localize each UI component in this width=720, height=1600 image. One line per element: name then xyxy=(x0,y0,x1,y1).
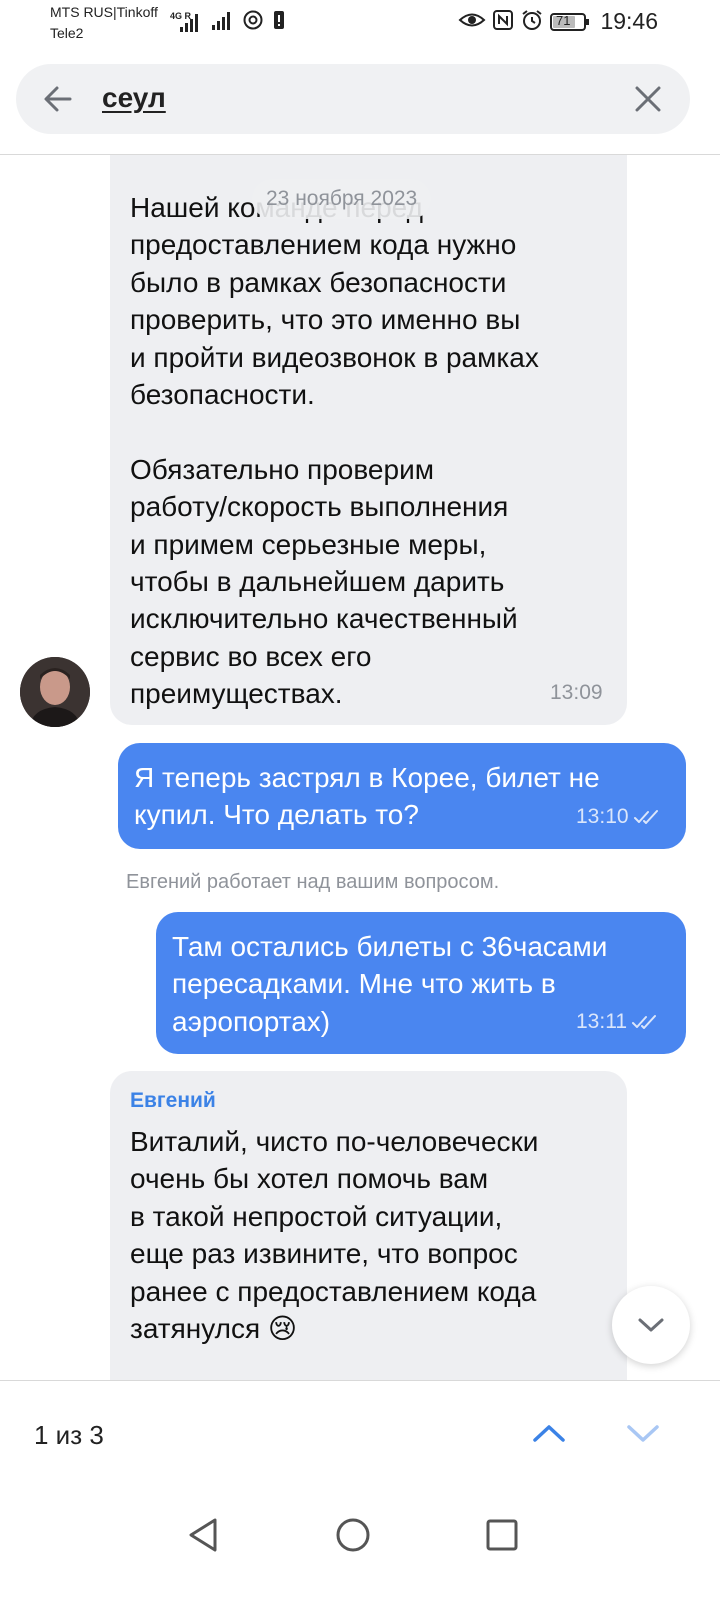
alarm-icon xyxy=(520,9,544,36)
eye-icon xyxy=(458,9,486,36)
message-bubble-incoming[interactable]: Нашей команде перед предоставлением кода… xyxy=(110,155,627,725)
clock: 19:46 xyxy=(600,8,658,34)
system-navigation-bar xyxy=(0,1490,720,1600)
at-sign-icon xyxy=(242,9,264,36)
message-time-status: 13:10 xyxy=(576,805,661,829)
message-bubble-outgoing[interactable]: Там остались билеты с 36часами пересадка… xyxy=(156,912,686,1054)
avatar-photo-icon xyxy=(20,657,90,727)
sender-name: Евгений xyxy=(130,1089,216,1112)
search-result-count: 1 из 3 xyxy=(34,1420,104,1450)
message-time: 13:10 xyxy=(576,805,629,828)
close-icon xyxy=(635,86,661,112)
signal-icons: 4G R xyxy=(170,10,286,34)
circle-home-icon xyxy=(336,1518,370,1552)
clear-search-button[interactable] xyxy=(630,81,666,117)
message-bubble-incoming[interactable]: Виталий, чисто по-человечески очень бы х… xyxy=(110,1071,627,1380)
search-bar: сеул xyxy=(16,64,690,134)
message-text: Виталий, чисто по-человечески очень бы х… xyxy=(130,1126,539,1345)
square-recents-icon xyxy=(486,1519,518,1551)
avatar[interactable] xyxy=(20,657,90,727)
message-time-status: 13:11 xyxy=(576,1010,659,1034)
double-check-icon xyxy=(633,810,658,824)
chat-history[interactable]: Нашей команде перед предоставлением кода… xyxy=(0,155,720,1380)
double-check-icon xyxy=(632,1015,656,1029)
nfc-icon xyxy=(492,9,514,36)
signal-bars-icon xyxy=(210,9,234,36)
system-notice: Евгений работает над вашим вопросом. xyxy=(126,871,500,893)
carrier-name-2: Tele2 xyxy=(50,25,84,41)
carrier-name-1: MTS RUS|Tinkoff xyxy=(50,4,158,20)
chevron-down-icon xyxy=(638,1318,664,1332)
triangle-back-icon xyxy=(189,1518,217,1552)
message-time: 13:11 xyxy=(576,1010,627,1033)
search-input[interactable]: сеул xyxy=(102,82,166,114)
date-separator: 23 ноября 2023 xyxy=(252,179,432,219)
system-recents-button[interactable] xyxy=(477,1510,527,1560)
chevron-up-icon xyxy=(533,1425,565,1442)
message-bubble-outgoing[interactable]: Я теперь застрял в Корее, билет не купил… xyxy=(118,743,686,849)
battery-icon: 71 xyxy=(550,11,590,33)
notification-icon xyxy=(272,9,286,36)
chevron-down-icon xyxy=(627,1425,659,1442)
status-right-icons: 71 xyxy=(458,9,590,36)
back-button[interactable] xyxy=(40,81,76,117)
footer-divider xyxy=(0,1380,720,1381)
scroll-down-button[interactable] xyxy=(612,1286,690,1364)
message-text: Нашей команде перед предоставлением кода… xyxy=(130,192,539,710)
status-bar: MTS RUS|Tinkoff Tele2 4G R 71 19:46 xyxy=(0,0,720,52)
network-type-icon: 4G R xyxy=(170,11,202,33)
system-back-button[interactable] xyxy=(178,1510,228,1560)
next-result-button[interactable] xyxy=(622,1412,664,1454)
arrow-left-icon xyxy=(44,86,72,112)
previous-result-button[interactable] xyxy=(528,1412,570,1454)
system-home-button[interactable] xyxy=(328,1510,378,1560)
message-time: 13:09 xyxy=(550,681,603,704)
